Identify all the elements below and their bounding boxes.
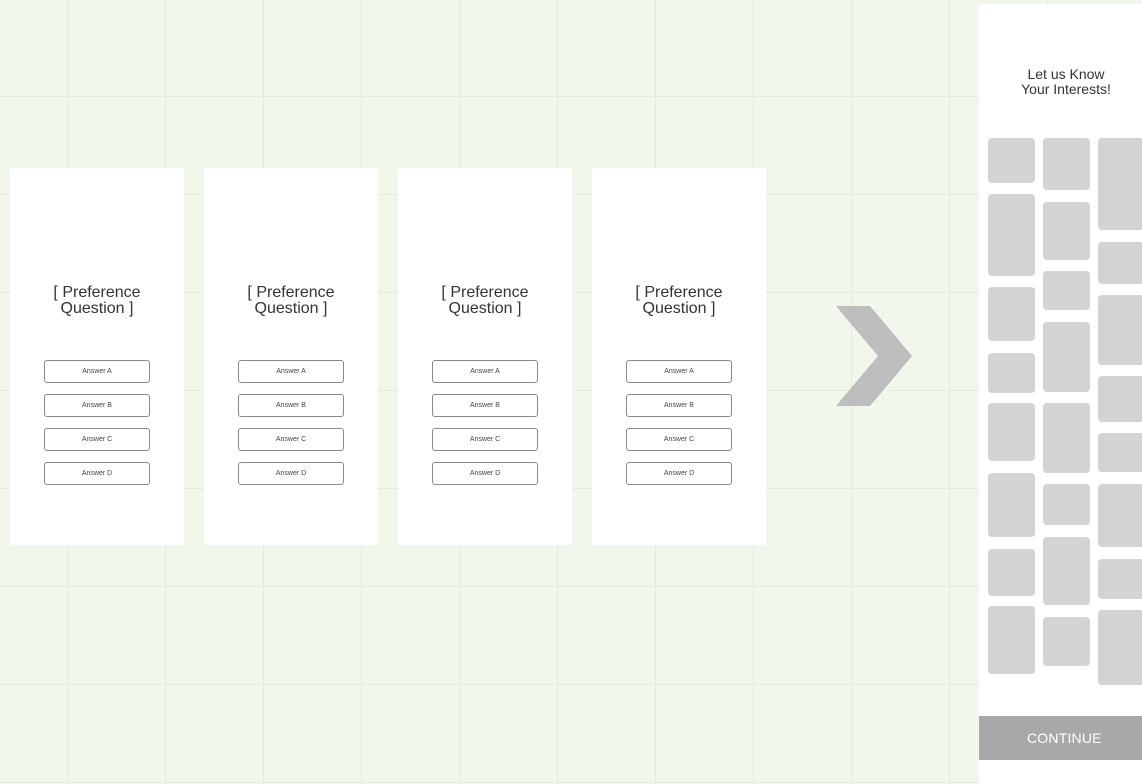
question-card: [ Preference Question ] Answer A Answer … — [592, 168, 766, 545]
interest-tile[interactable] — [988, 138, 1035, 183]
interest-tile[interactable] — [1043, 484, 1090, 525]
answer-b-button[interactable]: Answer B — [238, 394, 344, 417]
interest-tile[interactable] — [1043, 322, 1090, 392]
answer-a-button[interactable]: Answer A — [44, 360, 150, 383]
interest-tile[interactable] — [1043, 537, 1090, 605]
answer-c-button[interactable]: Answer C — [432, 428, 538, 451]
interests-screen: Let us Know Your Interests! CONTINUE — [979, 4, 1142, 784]
interest-tile[interactable] — [1098, 295, 1142, 365]
question-card: [ Preference Question ] Answer A Answer … — [10, 168, 184, 545]
answer-b-button[interactable]: Answer B — [44, 394, 150, 417]
answer-a-button[interactable]: Answer A — [432, 360, 538, 383]
chevron-right-icon — [836, 306, 912, 406]
answer-list: Answer A Answer B Answer C Answer D — [44, 360, 150, 496]
answer-a-button[interactable]: Answer A — [238, 360, 344, 383]
answer-d-button[interactable]: Answer D — [432, 462, 538, 485]
question-card: [ Preference Question ] Answer A Answer … — [398, 168, 572, 545]
interest-tile[interactable] — [1098, 559, 1142, 599]
interest-tile[interactable] — [988, 194, 1035, 276]
answer-d-button[interactable]: Answer D — [238, 462, 344, 485]
interest-tile[interactable] — [1098, 138, 1142, 230]
interests-title: Let us Know Your Interests! — [1021, 66, 1111, 97]
interest-tile[interactable] — [1043, 271, 1090, 310]
answer-c-button[interactable]: Answer C — [626, 428, 732, 451]
interest-tile[interactable] — [988, 403, 1035, 461]
interest-tile[interactable] — [988, 287, 1035, 341]
answer-d-button[interactable]: Answer D — [626, 462, 732, 485]
interest-tile[interactable] — [1043, 617, 1090, 666]
answer-b-button[interactable]: Answer B — [432, 394, 538, 417]
question-card: [ Preference Question ] Answer A Answer … — [204, 168, 378, 545]
question-title: [ Preference Question ] — [53, 284, 141, 317]
interest-tile[interactable] — [988, 549, 1035, 596]
interest-tile[interactable] — [1043, 202, 1090, 260]
continue-button[interactable]: CONTINUE — [979, 716, 1142, 760]
interest-tile[interactable] — [1043, 403, 1090, 473]
answer-c-button[interactable]: Answer C — [44, 428, 150, 451]
interest-tile[interactable] — [1098, 433, 1142, 472]
interest-tile[interactable] — [988, 353, 1035, 393]
interest-tile[interactable] — [1098, 484, 1142, 547]
interest-tile[interactable] — [1098, 242, 1142, 284]
answer-list: Answer A Answer B Answer C Answer D — [238, 360, 344, 496]
interest-tile[interactable] — [1098, 376, 1142, 422]
answer-b-button[interactable]: Answer B — [626, 394, 732, 417]
interest-tile[interactable] — [988, 473, 1035, 537]
answer-c-button[interactable]: Answer C — [238, 428, 344, 451]
interest-tile[interactable] — [1098, 610, 1142, 685]
answer-list: Answer A Answer B Answer C Answer D — [626, 360, 732, 496]
interest-tile[interactable] — [1043, 138, 1090, 190]
answer-list: Answer A Answer B Answer C Answer D — [432, 360, 538, 496]
question-title: [ Preference Question ] — [441, 284, 529, 317]
answer-a-button[interactable]: Answer A — [626, 360, 732, 383]
interest-tile[interactable] — [988, 606, 1035, 674]
answer-d-button[interactable]: Answer D — [44, 462, 150, 485]
question-title: [ Preference Question ] — [635, 284, 723, 317]
question-title: [ Preference Question ] — [247, 284, 335, 317]
